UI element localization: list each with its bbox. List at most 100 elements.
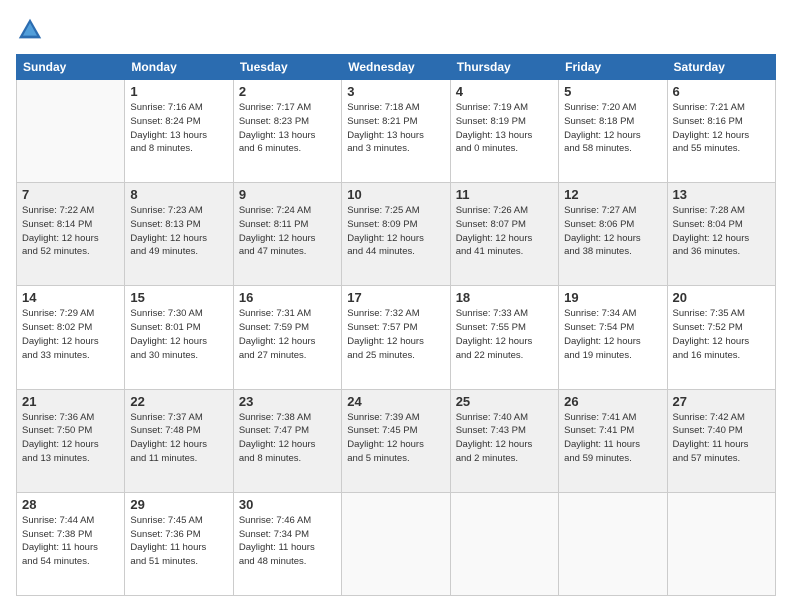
weekday-header-monday: Monday — [125, 55, 233, 80]
week-row-1: 1Sunrise: 7:16 AM Sunset: 8:24 PM Daylig… — [17, 80, 776, 183]
day-number: 30 — [239, 497, 336, 512]
calendar-cell: 9 Sunrise: 7:24 AM Sunset: 8:11 PM Daylig… — [233, 183, 341, 286]
day-number: 12 — [564, 187, 661, 202]
day-number: 23 — [239, 394, 336, 409]
day-number: 9 — [239, 187, 336, 202]
day-number: 17 — [347, 290, 444, 305]
day-info: Sunrise: 7:28 AM Sunset: 8:04 PM Dayligh… — [673, 204, 770, 259]
calendar: SundayMondayTuesdayWednesdayThursdayFrid… — [16, 54, 776, 596]
weekday-header-thursday: Thursday — [450, 55, 558, 80]
calendar-cell: 28Sunrise: 7:44 AM Sunset: 7:38 PM Dayli… — [17, 492, 125, 595]
day-number: 20 — [673, 290, 770, 305]
logo — [16, 16, 48, 44]
calendar-cell: 11Sunrise: 7:26 AM Sunset: 8:07 PM Dayli… — [450, 183, 558, 286]
day-info: Sunrise: 7:25 AM Sunset: 8:09 PM Dayligh… — [347, 204, 444, 259]
day-number: 25 — [456, 394, 553, 409]
calendar-cell: 20Sunrise: 7:35 AM Sunset: 7:52 PM Dayli… — [667, 286, 775, 389]
calendar-cell: 22 Sunrise: 7:37 AM Sunset: 7:48 PM Dayli… — [125, 389, 233, 492]
calendar-cell: 12 Sunrise: 7:27 AM Sunset: 8:06 PM Dayli… — [559, 183, 667, 286]
day-info: Sunrise: 7:29 AM Sunset: 8:02 PM Dayligh… — [22, 307, 119, 362]
day-info: Sunrise: 7:27 AM Sunset: 8:06 PM Dayligh… — [564, 204, 661, 259]
day-number: 19 — [564, 290, 661, 305]
calendar-cell: 8 Sunrise: 7:23 AM Sunset: 8:13 PM Daylig… — [125, 183, 233, 286]
calendar-cell: 26 Sunrise: 7:41 AM Sunset: 7:41 PM Dayli… — [559, 389, 667, 492]
day-number: 27 — [673, 394, 770, 409]
day-info: Sunrise: 7:30 AM Sunset: 8:01 PM Dayligh… — [130, 307, 227, 362]
day-number: 24 — [347, 394, 444, 409]
calendar-cell: 16Sunrise: 7:31 AM Sunset: 7:59 PM Dayli… — [233, 286, 341, 389]
calendar-cell: 5 Sunrise: 7:20 AM Sunset: 8:18 PM Daylig… — [559, 80, 667, 183]
calendar-cell: 7 Sunrise: 7:22 AM Sunset: 8:14 PM Daylig… — [17, 183, 125, 286]
day-number: 4 — [456, 84, 553, 99]
week-row-4: 21 Sunrise: 7:36 AM Sunset: 7:50 PM Dayli… — [17, 389, 776, 492]
day-info: Sunrise: 7:33 AM Sunset: 7:55 PM Dayligh… — [456, 307, 553, 362]
day-number: 26 — [564, 394, 661, 409]
calendar-cell: 1Sunrise: 7:16 AM Sunset: 8:24 PM Daylig… — [125, 80, 233, 183]
calendar-cell: 18 Sunrise: 7:33 AM Sunset: 7:55 PM Dayli… — [450, 286, 558, 389]
day-info: Sunrise: 7:20 AM Sunset: 8:18 PM Dayligh… — [564, 101, 661, 156]
week-row-3: 14 Sunrise: 7:29 AM Sunset: 8:02 PM Dayli… — [17, 286, 776, 389]
weekday-header-wednesday: Wednesday — [342, 55, 450, 80]
calendar-cell: 23 Sunrise: 7:38 AM Sunset: 7:47 PM Dayli… — [233, 389, 341, 492]
day-info: Sunrise: 7:31 AM Sunset: 7:59 PM Dayligh… — [239, 307, 336, 362]
day-info: Sunrise: 7:40 AM Sunset: 7:43 PM Dayligh… — [456, 411, 553, 466]
day-info: Sunrise: 7:38 AM Sunset: 7:47 PM Dayligh… — [239, 411, 336, 466]
day-number: 22 — [130, 394, 227, 409]
day-info: Sunrise: 7:39 AM Sunset: 7:45 PM Dayligh… — [347, 411, 444, 466]
calendar-cell: 17 Sunrise: 7:32 AM Sunset: 7:57 PM Dayli… — [342, 286, 450, 389]
week-row-2: 7 Sunrise: 7:22 AM Sunset: 8:14 PM Daylig… — [17, 183, 776, 286]
day-info: Sunrise: 7:23 AM Sunset: 8:13 PM Dayligh… — [130, 204, 227, 259]
calendar-cell: 14 Sunrise: 7:29 AM Sunset: 8:02 PM Dayli… — [17, 286, 125, 389]
day-number: 5 — [564, 84, 661, 99]
day-number: 6 — [673, 84, 770, 99]
header — [16, 16, 776, 44]
calendar-cell — [17, 80, 125, 183]
day-info: Sunrise: 7:32 AM Sunset: 7:57 PM Dayligh… — [347, 307, 444, 362]
calendar-cell: 27Sunrise: 7:42 AM Sunset: 7:40 PM Dayli… — [667, 389, 775, 492]
calendar-cell: 21 Sunrise: 7:36 AM Sunset: 7:50 PM Dayli… — [17, 389, 125, 492]
day-number: 13 — [673, 187, 770, 202]
day-number: 2 — [239, 84, 336, 99]
calendar-cell — [450, 492, 558, 595]
day-info: Sunrise: 7:36 AM Sunset: 7:50 PM Dayligh… — [22, 411, 119, 466]
calendar-cell: 4 Sunrise: 7:19 AM Sunset: 8:19 PM Daylig… — [450, 80, 558, 183]
day-number: 21 — [22, 394, 119, 409]
calendar-cell: 10Sunrise: 7:25 AM Sunset: 8:09 PM Dayli… — [342, 183, 450, 286]
day-info: Sunrise: 7:46 AM Sunset: 7:34 PM Dayligh… — [239, 514, 336, 569]
day-info: Sunrise: 7:24 AM Sunset: 8:11 PM Dayligh… — [239, 204, 336, 259]
day-info: Sunrise: 7:37 AM Sunset: 7:48 PM Dayligh… — [130, 411, 227, 466]
day-info: Sunrise: 7:18 AM Sunset: 8:21 PM Dayligh… — [347, 101, 444, 156]
calendar-cell: 30 Sunrise: 7:46 AM Sunset: 7:34 PM Dayli… — [233, 492, 341, 595]
calendar-cell: 15 Sunrise: 7:30 AM Sunset: 8:01 PM Dayli… — [125, 286, 233, 389]
calendar-cell — [667, 492, 775, 595]
calendar-cell: 2 Sunrise: 7:17 AM Sunset: 8:23 PM Daylig… — [233, 80, 341, 183]
day-number: 18 — [456, 290, 553, 305]
week-row-5: 28Sunrise: 7:44 AM Sunset: 7:38 PM Dayli… — [17, 492, 776, 595]
day-number: 29 — [130, 497, 227, 512]
weekday-header-friday: Friday — [559, 55, 667, 80]
day-info: Sunrise: 7:21 AM Sunset: 8:16 PM Dayligh… — [673, 101, 770, 156]
day-number: 8 — [130, 187, 227, 202]
weekday-header-sunday: Sunday — [17, 55, 125, 80]
day-number: 7 — [22, 187, 119, 202]
calendar-cell — [342, 492, 450, 595]
calendar-cell: 29 Sunrise: 7:45 AM Sunset: 7:36 PM Dayli… — [125, 492, 233, 595]
day-info: Sunrise: 7:22 AM Sunset: 8:14 PM Dayligh… — [22, 204, 119, 259]
day-info: Sunrise: 7:45 AM Sunset: 7:36 PM Dayligh… — [130, 514, 227, 569]
weekday-header-row: SundayMondayTuesdayWednesdayThursdayFrid… — [17, 55, 776, 80]
calendar-cell: 24 Sunrise: 7:39 AM Sunset: 7:45 PM Dayli… — [342, 389, 450, 492]
calendar-cell: 6 Sunrise: 7:21 AM Sunset: 8:16 PM Daylig… — [667, 80, 775, 183]
day-info: Sunrise: 7:34 AM Sunset: 7:54 PM Dayligh… — [564, 307, 661, 362]
day-info: Sunrise: 7:17 AM Sunset: 8:23 PM Dayligh… — [239, 101, 336, 156]
calendar-cell: 13 Sunrise: 7:28 AM Sunset: 8:04 PM Dayli… — [667, 183, 775, 286]
day-info: Sunrise: 7:26 AM Sunset: 8:07 PM Dayligh… — [456, 204, 553, 259]
calendar-cell: 3Sunrise: 7:18 AM Sunset: 8:21 PM Daylig… — [342, 80, 450, 183]
logo-icon — [16, 16, 44, 44]
day-number: 15 — [130, 290, 227, 305]
day-number: 28 — [22, 497, 119, 512]
weekday-header-saturday: Saturday — [667, 55, 775, 80]
day-number: 14 — [22, 290, 119, 305]
day-info: Sunrise: 7:16 AM Sunset: 8:24 PM Dayligh… — [130, 101, 227, 156]
day-info: Sunrise: 7:41 AM Sunset: 7:41 PM Dayligh… — [564, 411, 661, 466]
day-info: Sunrise: 7:19 AM Sunset: 8:19 PM Dayligh… — [456, 101, 553, 156]
